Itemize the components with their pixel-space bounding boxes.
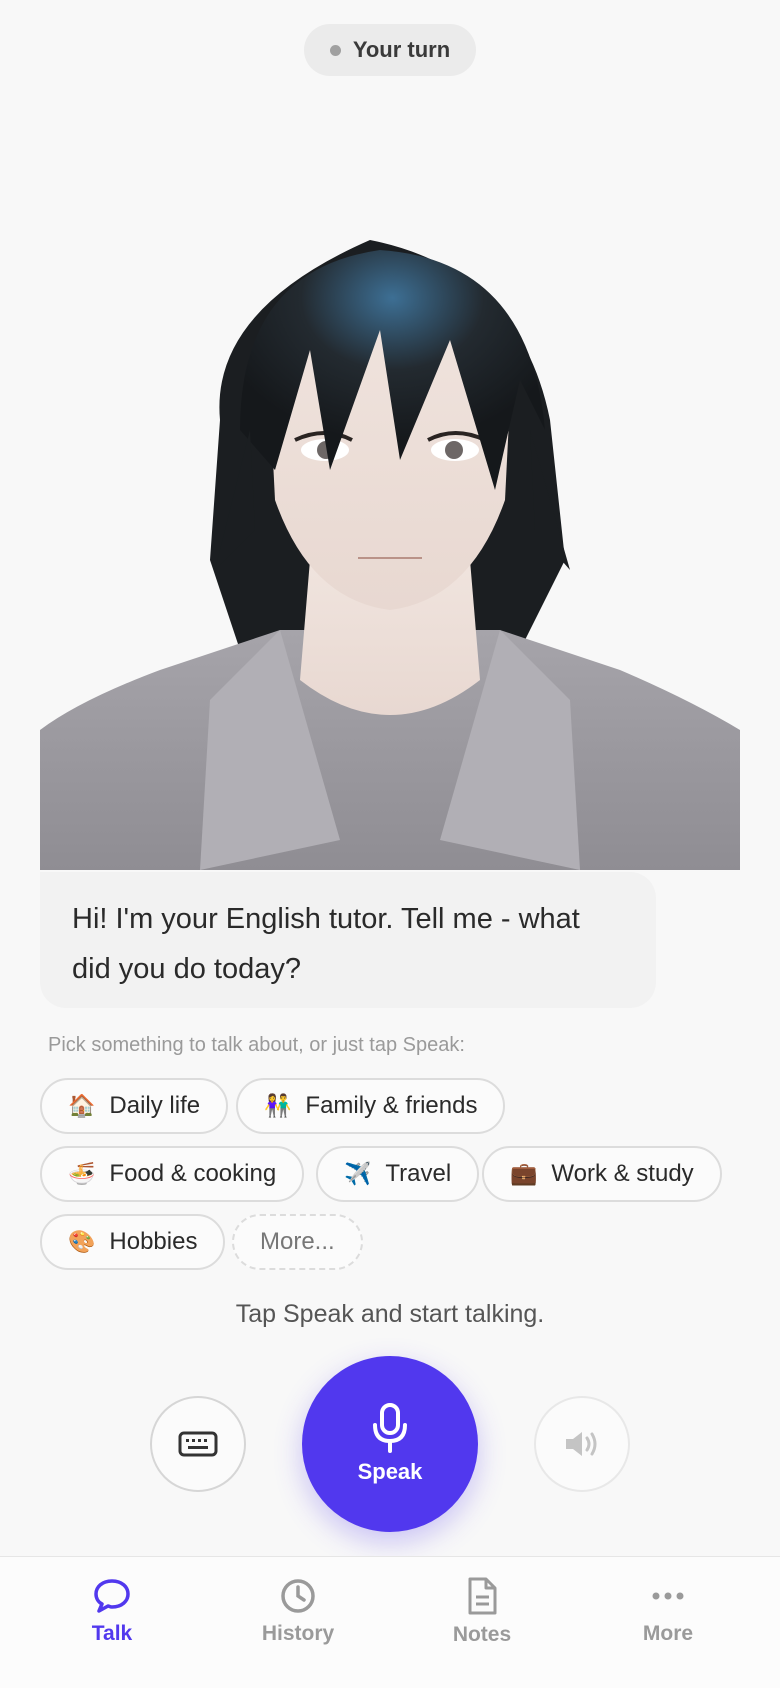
speak-button-label: Speak bbox=[357, 1459, 423, 1484]
tutor-message-text: Hi! I'm your English tutor. Tell me - wh… bbox=[72, 903, 580, 985]
topic-hint: Pick something to talk about, or just ta… bbox=[48, 1034, 465, 1056]
people-icon: 👫 bbox=[264, 1093, 292, 1118]
tutor-avatar-illustration bbox=[40, 240, 740, 870]
topic-chip-label: Family & friends bbox=[305, 1092, 478, 1119]
topic-chip-label: Travel bbox=[385, 1160, 452, 1187]
tab-history[interactable]: History bbox=[218, 1557, 378, 1667]
more-dots-icon bbox=[652, 1592, 684, 1600]
clock-icon bbox=[281, 1579, 315, 1613]
tab-more-label: More bbox=[642, 1622, 694, 1645]
replay-audio-button[interactable] bbox=[534, 1396, 630, 1492]
topic-chip-food-cooking[interactable]: 🍜 Food & cooking bbox=[40, 1146, 305, 1202]
topic-chip-work-study[interactable]: 💼 Work & study bbox=[482, 1146, 722, 1202]
topic-chip-hobbies[interactable]: 🎨 Hobbies bbox=[40, 1214, 226, 1270]
document-icon bbox=[468, 1577, 497, 1615]
chat-bubble-icon bbox=[94, 1579, 130, 1613]
bottom-tab-bar: Talk History Notes More bbox=[0, 1556, 780, 1688]
topic-chip-label: Work & study bbox=[551, 1160, 694, 1187]
topic-chip-daily-life[interactable]: 🏠 Daily life bbox=[40, 1078, 229, 1134]
briefcase-icon: 💼 bbox=[510, 1161, 538, 1186]
status-dot-icon bbox=[329, 44, 341, 56]
house-icon: 🏠 bbox=[68, 1093, 96, 1118]
turn-status-badge: Your turn bbox=[304, 24, 476, 76]
tab-talk-label: Talk bbox=[91, 1622, 133, 1645]
speak-hint: Tap Speak and start talking. bbox=[235, 1300, 545, 1328]
tab-talk[interactable]: Talk bbox=[32, 1557, 192, 1667]
topic-chip-travel[interactable]: ✈️ Travel bbox=[316, 1146, 480, 1202]
turn-status-label: Your turn bbox=[352, 37, 451, 62]
keyboard-button[interactable] bbox=[150, 1396, 246, 1492]
keyboard-icon bbox=[178, 1431, 218, 1457]
speaker-icon bbox=[566, 1432, 597, 1456]
palette-icon: 🎨 bbox=[68, 1229, 96, 1254]
tab-notes[interactable]: Notes bbox=[402, 1557, 562, 1667]
tab-history-label: History bbox=[261, 1622, 335, 1645]
microphone-icon bbox=[373, 1403, 407, 1453]
airplane-icon: ✈️ bbox=[344, 1161, 372, 1186]
topic-chip-label: Hobbies bbox=[109, 1228, 198, 1255]
noodle-bowl-icon: 🍜 bbox=[68, 1161, 96, 1186]
tab-more[interactable]: More bbox=[588, 1557, 748, 1667]
topic-chip-more-label: More... bbox=[260, 1228, 335, 1255]
topic-chip-label: Food & cooking bbox=[109, 1160, 277, 1187]
tab-notes-label: Notes bbox=[452, 1623, 512, 1646]
topic-chip-more[interactable]: More... bbox=[232, 1214, 363, 1270]
tutor-avatar bbox=[40, 230, 740, 870]
speak-button[interactable]: Speak bbox=[302, 1356, 478, 1532]
topic-chip-family-friends[interactable]: 👫 Family & friends bbox=[236, 1078, 506, 1134]
topic-chip-label: Daily life bbox=[109, 1092, 201, 1119]
tutor-message-bubble: Hi! I'm your English tutor. Tell me - wh… bbox=[40, 872, 656, 1008]
